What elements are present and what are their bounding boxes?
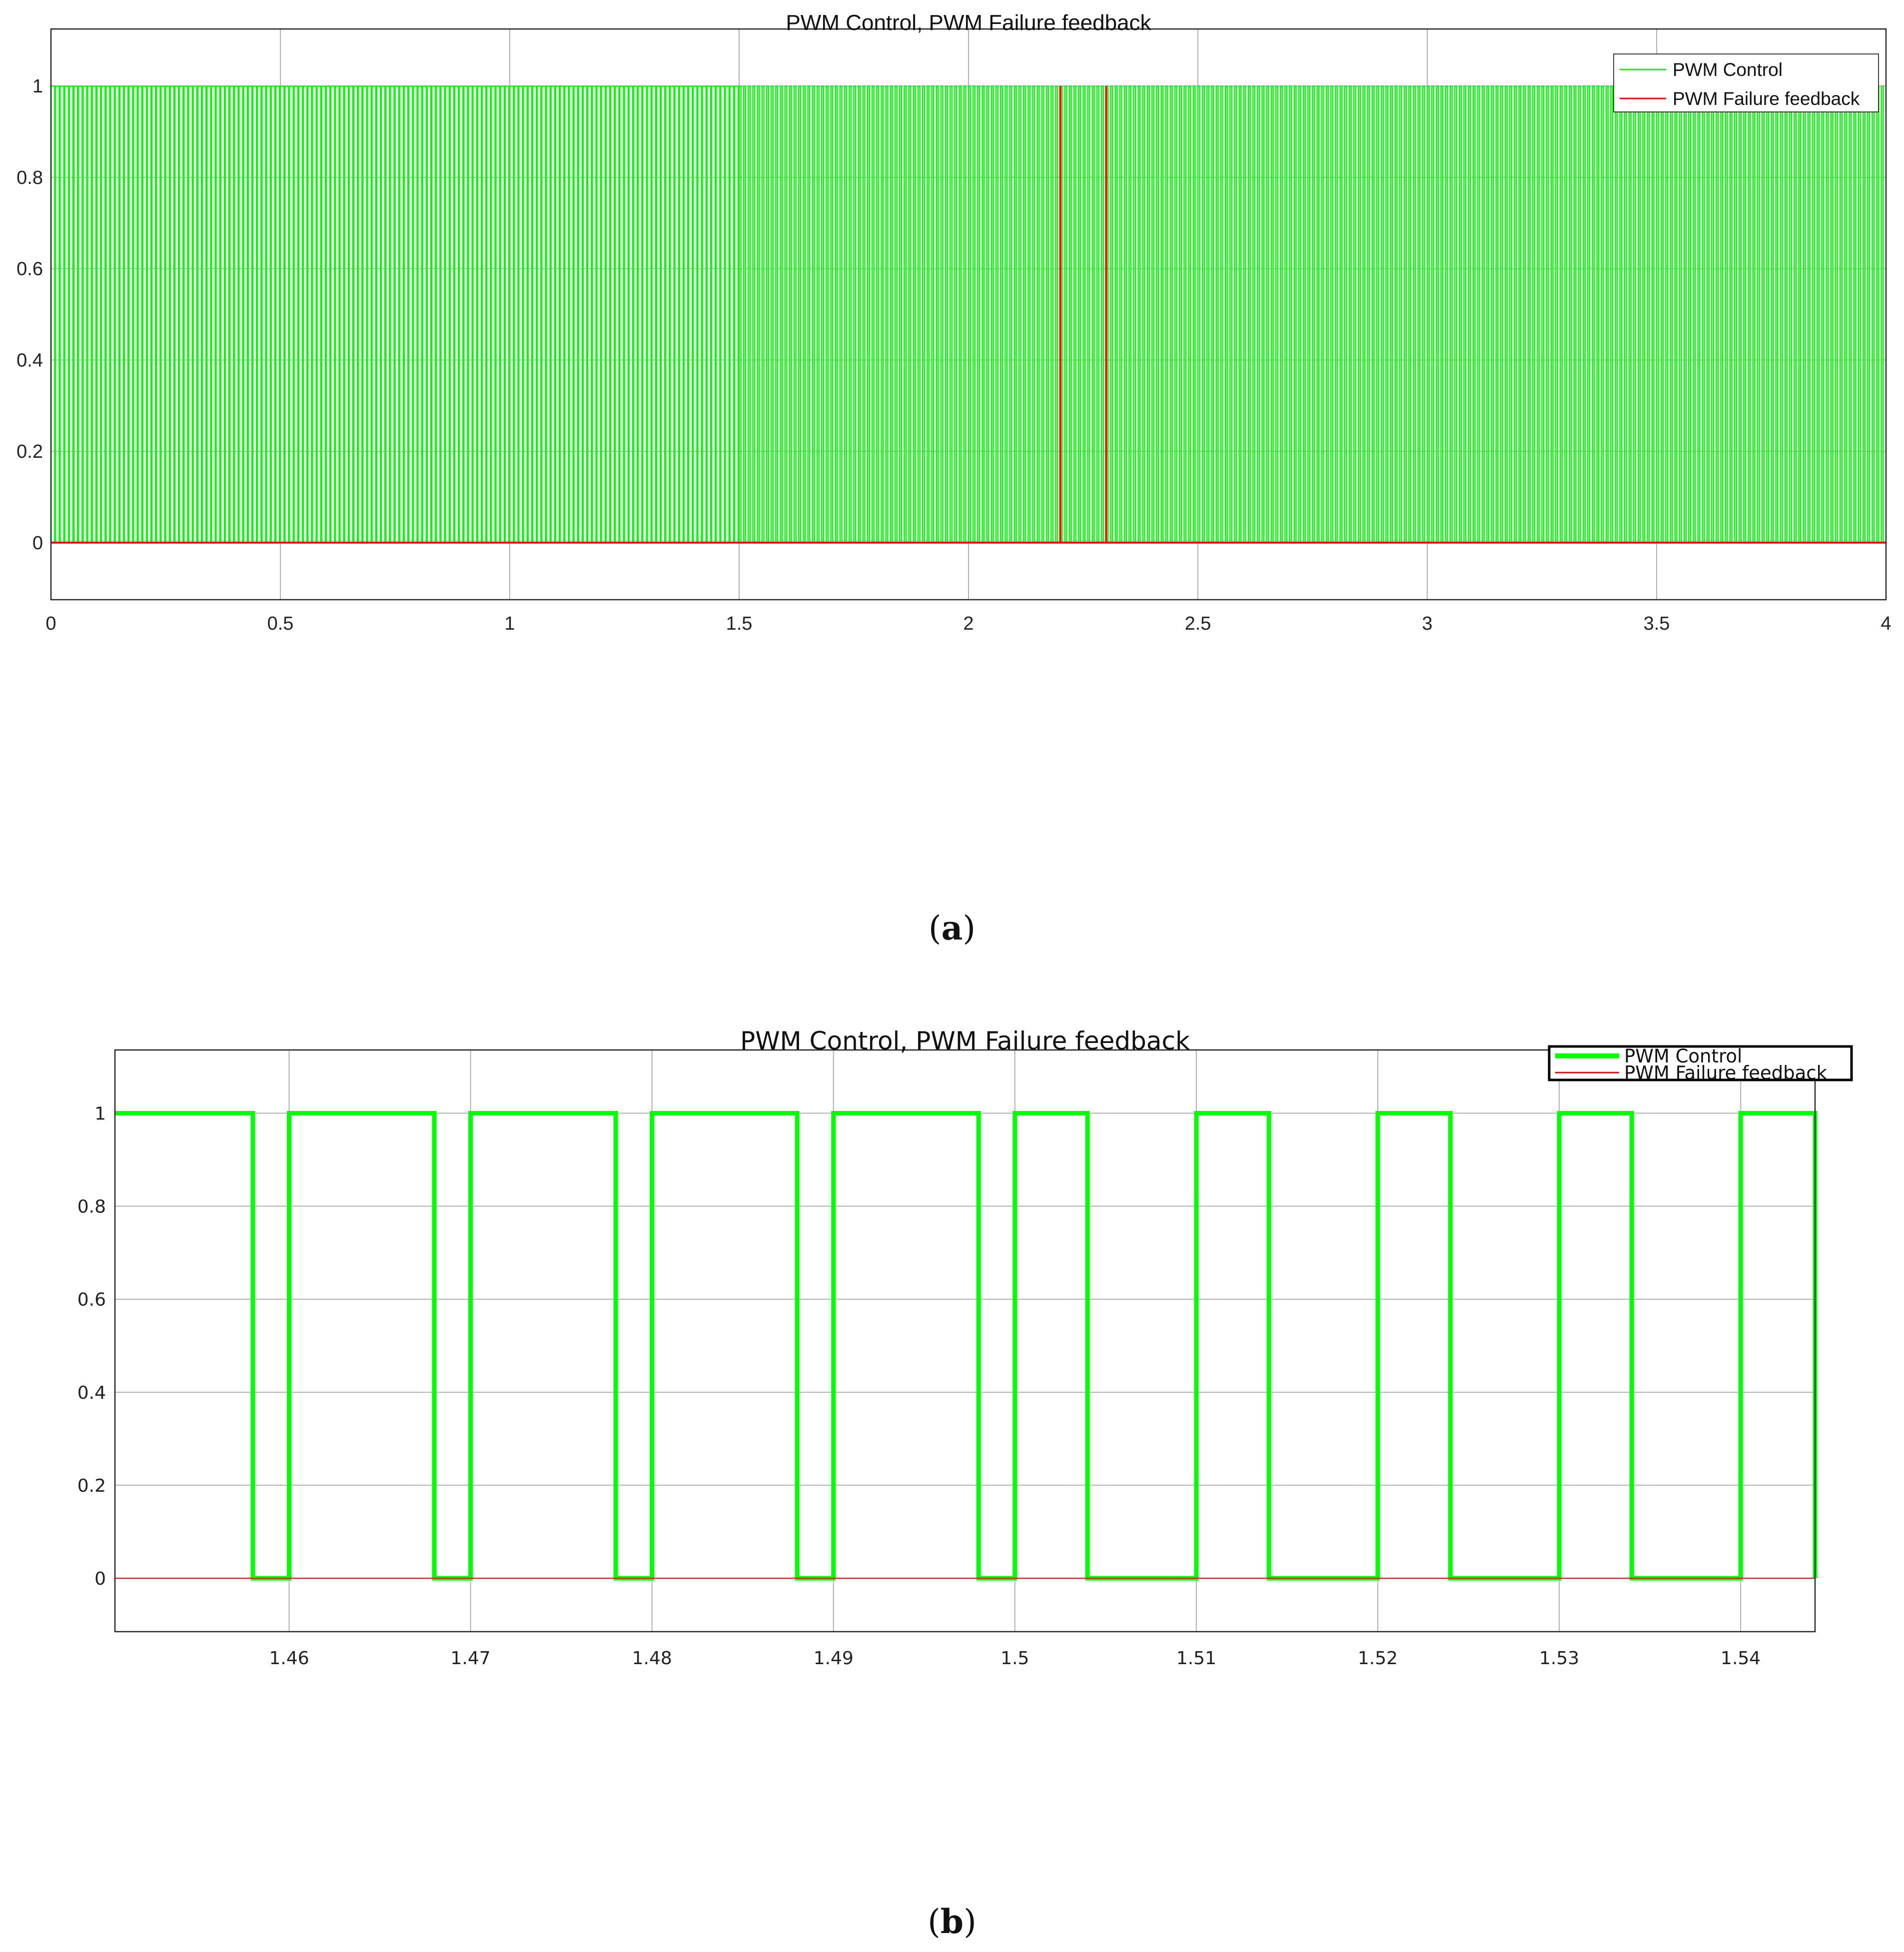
y-tick-label: 0.2 <box>16 441 43 462</box>
x-tick-label: 1.51 <box>1176 1648 1216 1669</box>
x-tick-label: 1.5 <box>1000 1648 1029 1669</box>
caption-letter: a <box>942 909 963 948</box>
x-tick-label: 2.5 <box>1185 613 1211 634</box>
y-tick-label: 0.8 <box>77 1197 106 1217</box>
figure-caption: (a) <box>929 909 975 948</box>
x-tick-label: 1.54 <box>1721 1648 1761 1669</box>
figure-caption: (b) <box>928 1902 976 1941</box>
x-tick-label: 1 <box>504 613 515 634</box>
y-tick-label: 0 <box>94 1569 106 1589</box>
legend-label: PWM Failure feedback <box>1673 88 1860 109</box>
caption-paren: ) <box>963 1903 976 1941</box>
chart-title: PWM Control, PWM Failure feedback <box>786 10 1151 35</box>
x-tick-label: 1.48 <box>632 1648 672 1669</box>
legend-label: PWM Failure feedback <box>1624 1062 1828 1083</box>
x-tick-label: 1.46 <box>269 1648 309 1669</box>
caption-letter: b <box>941 1902 963 1941</box>
x-tick-label: 1.52 <box>1358 1648 1398 1669</box>
x-tick-label: 4 <box>1881 613 1891 634</box>
chart-title: PWM Control, PWM Failure feedback <box>740 1026 1190 1055</box>
y-tick-label: 0.4 <box>77 1383 106 1403</box>
legend: PWM Control PWM Failure feedback <box>1613 53 1879 112</box>
x-tick-label: 0 <box>45 613 56 634</box>
y-tick-label: 0 <box>32 533 43 554</box>
y-tick-label: 1 <box>94 1104 106 1124</box>
x-tick-label: 1.47 <box>451 1648 491 1669</box>
y-tick-label: 1 <box>32 76 43 97</box>
chart-b: 1.46 1.47 1.48 1.49 1.5 1.51 1.52 1.53 1.54 0 0.2 0… <box>77 1026 1853 1941</box>
x-tick-label: 0.5 <box>267 613 294 634</box>
x-tick-label: 3 <box>1422 613 1432 634</box>
y-tick-label: 0.6 <box>16 259 43 280</box>
caption-paren: ( <box>929 909 942 948</box>
y-tick-label: 0.2 <box>77 1476 106 1496</box>
caption-paren: ( <box>928 1903 941 1941</box>
x-tick-label: 1.49 <box>814 1648 854 1669</box>
x-tick-label: 1.53 <box>1539 1648 1579 1669</box>
y-tick-label: 0.8 <box>16 167 43 188</box>
y-tick-label: 0.4 <box>16 350 43 371</box>
x-tick-label: 3.5 <box>1644 613 1670 634</box>
x-tick-label: 2 <box>963 613 973 634</box>
figure: 0 0.5 1 1.5 2 2.5 3 3.5 400.20.40.60.81PWM Contr… <box>16 10 1891 1941</box>
series-pwm-control <box>50 85 1886 544</box>
x-tick-label: 1.5 <box>726 613 753 634</box>
legend: PWM ControlPWM Failure feedback <box>1548 1045 1853 1083</box>
legend-label: PWM Control <box>1673 59 1783 80</box>
y-tick-label: 0.6 <box>77 1290 106 1310</box>
chart-a: 0 0.5 1 1.5 2 2.5 3 3.5 4 0 0.2 0.4 0.6 0.8 1 PWM Contr… <box>16 10 1891 948</box>
caption-paren: ) <box>962 909 975 948</box>
